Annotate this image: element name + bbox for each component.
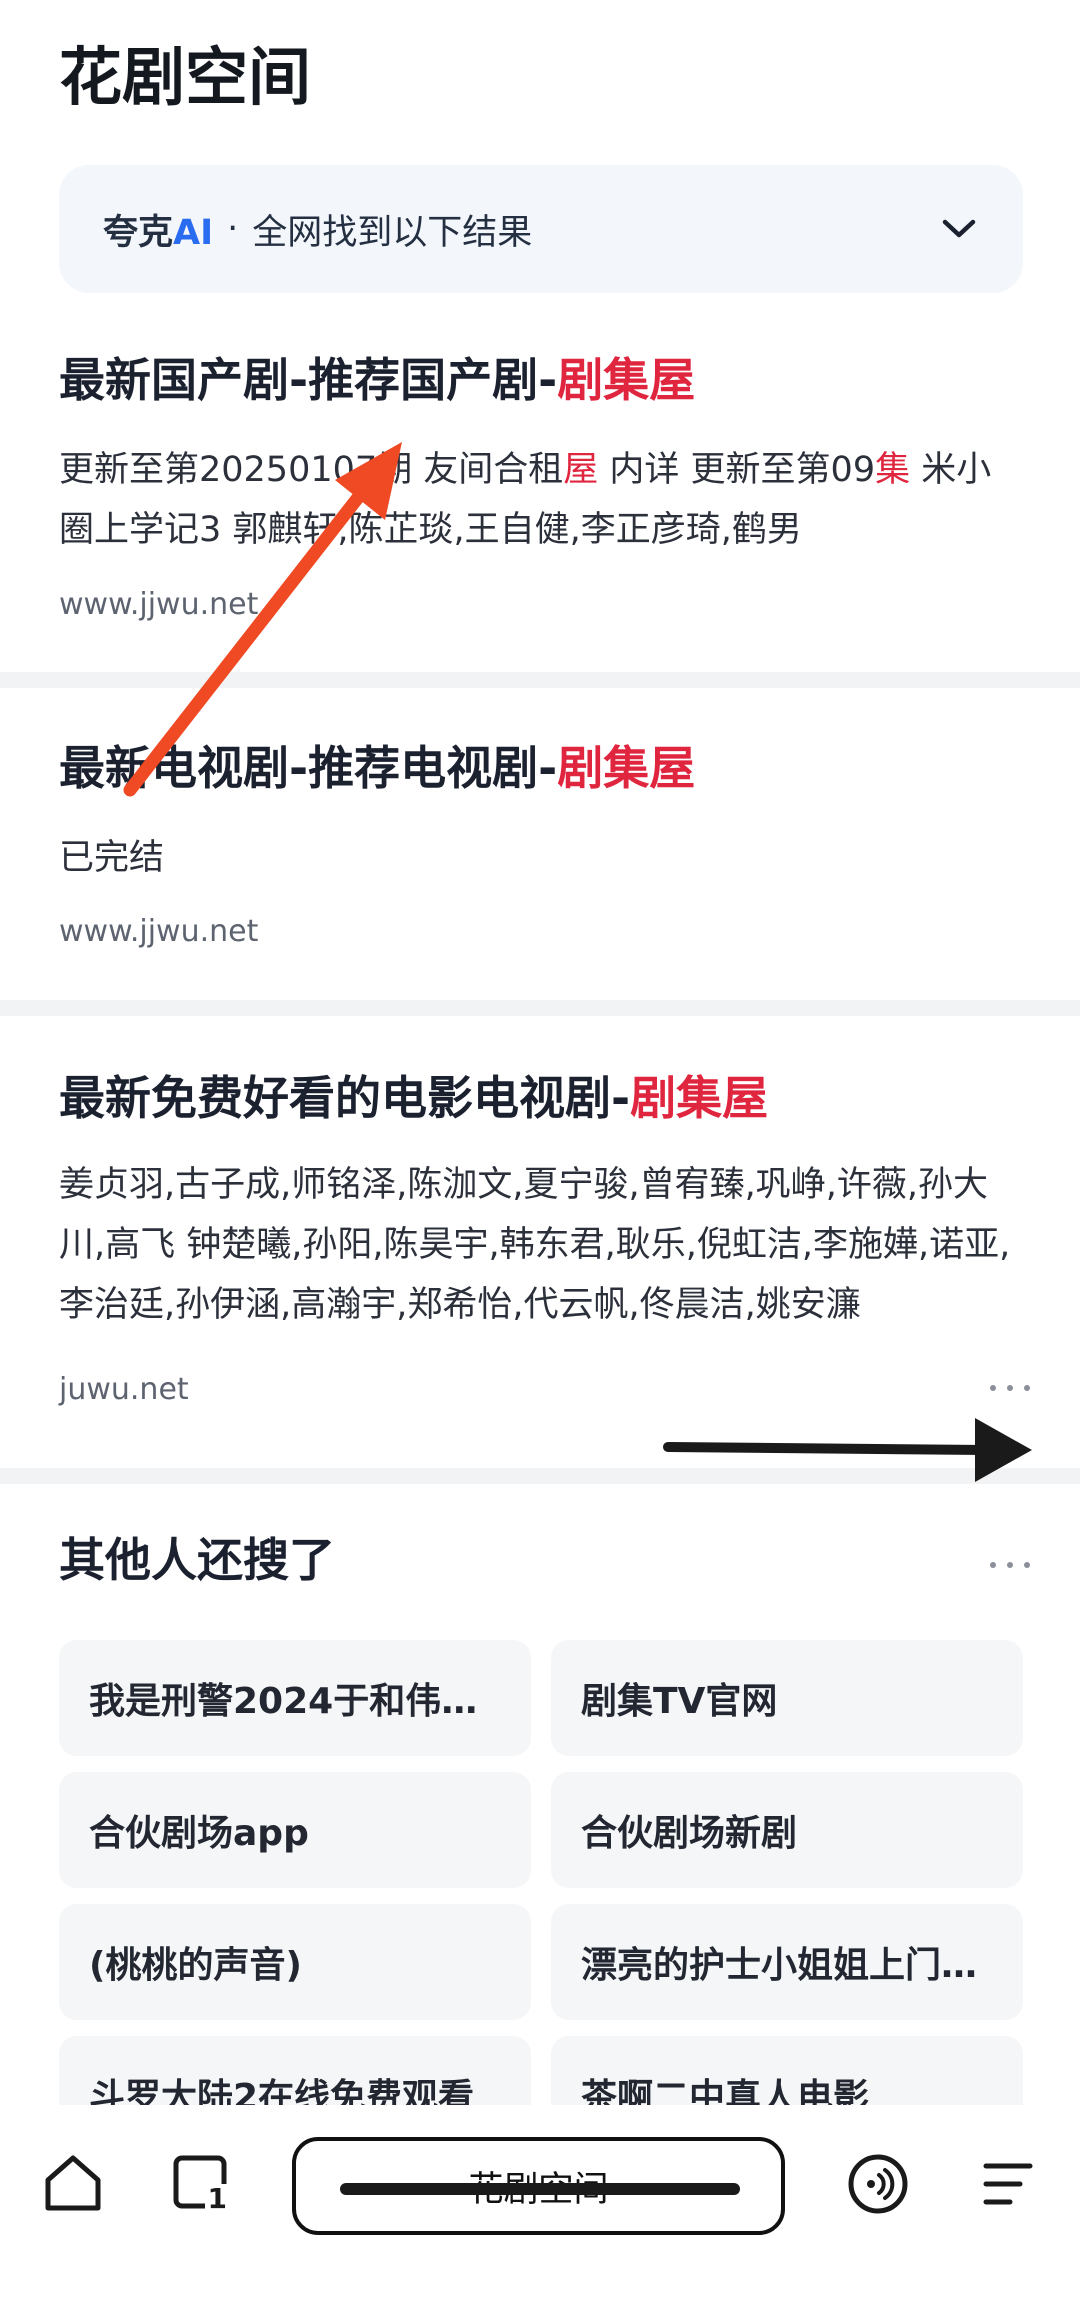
tabs-icon[interactable]: 1 (168, 2150, 234, 2216)
voice-icon[interactable] (846, 2152, 910, 2216)
result-desc-3: 姜贞羽,古子成,师铭泽,陈泇文,夏宁骏,曾宥臻,巩峥,许薇,孙大川,高飞 钟楚曦… (59, 1165, 1011, 1325)
related-search-chip[interactable]: (桃桃的声音) (59, 1904, 531, 2020)
bottom-navigation-bar: 1 花剧空间 (0, 2105, 1080, 2315)
result-desc-1: 更新至第20250107期 友间合租屋 内详 更新至第09集 米小圈上学记3 郭… (59, 450, 992, 550)
home-icon[interactable] (40, 2150, 106, 2216)
related-search-chip[interactable]: 剧集TV官网 (551, 1640, 1023, 1756)
ai-summary-card[interactable]: 夸克AI · 全网找到以下结果 (59, 165, 1023, 293)
ai-brand: 夸克AI (103, 212, 214, 253)
related-search-chip[interactable]: 我是刑警2024于和伟在线观看 (59, 1640, 531, 1756)
related-search-chip[interactable]: 漂亮的护士小姐姐上门服务 (551, 1904, 1023, 2020)
related-search-chip[interactable]: 合伙剧场app (59, 1772, 531, 1888)
more-options-icon[interactable] (990, 1555, 1030, 1575)
home-indicator[interactable] (340, 2183, 740, 2195)
divider (0, 1000, 1080, 1016)
divider (0, 672, 1080, 688)
result-desc-2: 已完结 (59, 838, 165, 878)
ai-separator: · (227, 209, 239, 249)
related-searches-title: 其他人还搜了 (59, 1533, 335, 1587)
result-url-1[interactable]: www.jjwu.net (59, 585, 258, 625)
result-url-2[interactable]: www.jjwu.net (59, 912, 258, 952)
tab-count: 1 (204, 2184, 230, 2214)
page-title: 花剧空间 (59, 41, 311, 114)
divider (0, 1468, 1080, 1484)
more-options-icon[interactable] (990, 1378, 1030, 1398)
result-title-2[interactable]: 最新电视剧-推荐电视剧-剧集屋 (59, 738, 695, 798)
chevron-down-icon[interactable] (939, 209, 979, 249)
result-url-3[interactable]: juwu.net (59, 1370, 189, 1410)
related-search-chip[interactable]: 合伙剧场新剧 (551, 1772, 1023, 1888)
ai-summary-text: 全网找到以下结果 (252, 212, 533, 253)
menu-icon[interactable] (976, 2152, 1040, 2216)
result-title-3[interactable]: 最新免费好看的电影电视剧-剧集屋 (59, 1068, 768, 1128)
related-searches-grid: 我是刑警2024于和伟在线观看 剧集TV官网 合伙剧场app 合伙剧场新剧 (桃… (59, 1640, 1023, 2152)
search-results-page: 花剧空间 夸克AI · 全网找到以下结果 最新国产剧-推荐国产剧-剧集屋 更新至… (0, 0, 1080, 2315)
result-title-1[interactable]: 最新国产剧-推荐国产剧-剧集屋 (59, 350, 695, 410)
